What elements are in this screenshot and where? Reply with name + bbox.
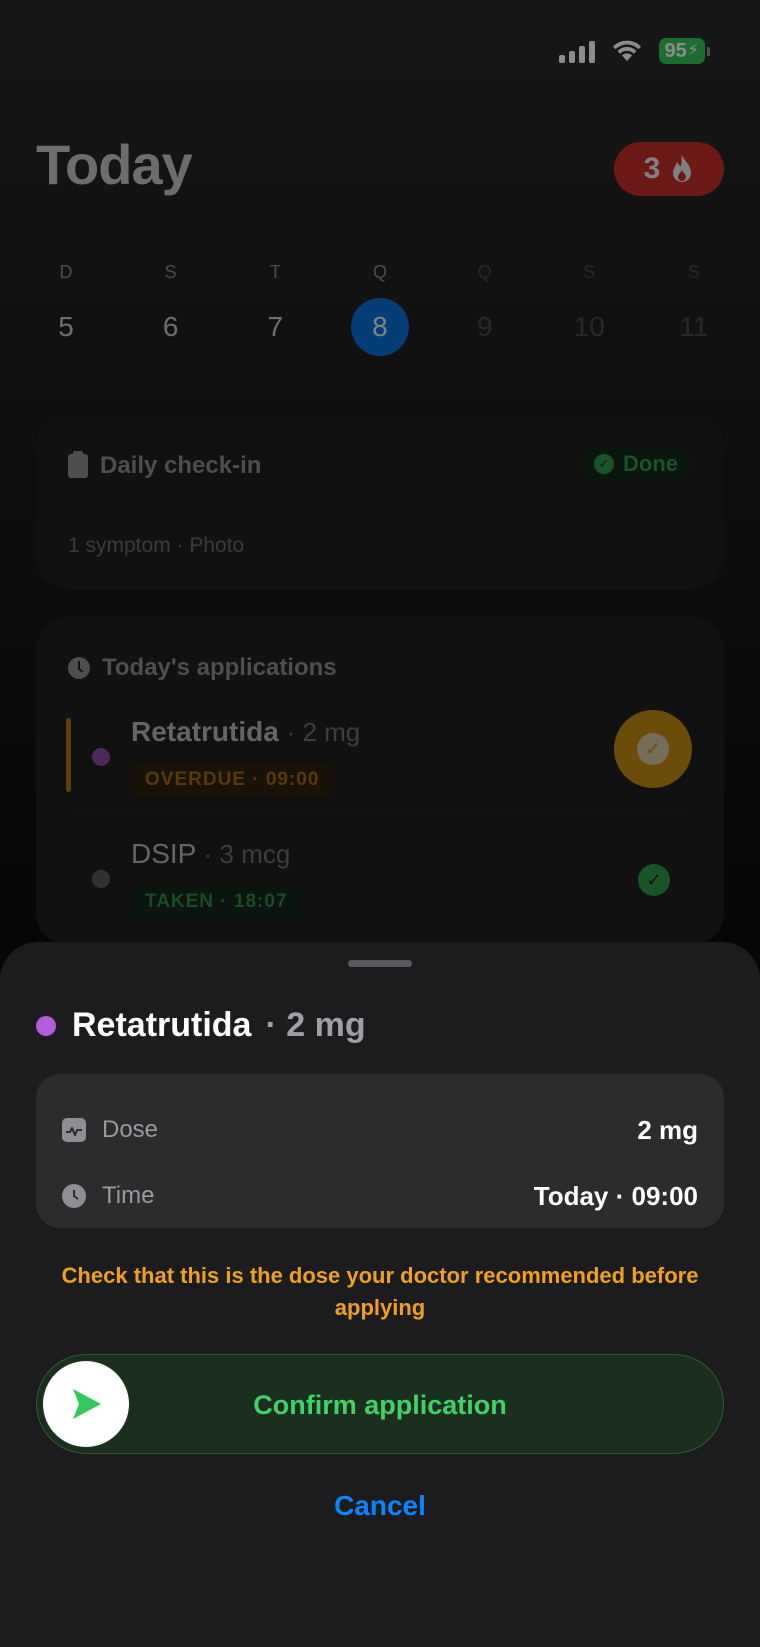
- daily-checkin-card[interactable]: Daily check-in ✓ Done 1 symptom · Photo: [36, 414, 724, 590]
- checkin-status: Done: [623, 451, 678, 476]
- checkmark-icon: ✓: [594, 454, 614, 474]
- medication-color-dot: [36, 1015, 56, 1036]
- medication-color-dot: [92, 870, 110, 888]
- cellular-signal-icon: [558, 39, 595, 63]
- send-arrow-icon: [73, 1389, 101, 1419]
- day-letter: D: [59, 262, 73, 282]
- checkmark-icon: ✓: [637, 733, 669, 765]
- day-letter: Q: [372, 262, 387, 282]
- day-number: 9: [476, 311, 493, 342]
- day-7[interactable]: T7: [223, 262, 327, 356]
- application-item-dsip[interactable]: DSIP · 3 mcg TAKEN · 18:07 ✓: [36, 832, 724, 942]
- taken-badge: TAKEN · 18:07: [131, 884, 302, 920]
- applications-title: Today's applications: [102, 654, 337, 681]
- checkin-title: Daily check-in: [100, 452, 262, 479]
- medication-name: DSIP · 3 mcg: [131, 838, 290, 870]
- flame-icon: [673, 155, 692, 182]
- streak-badge[interactable]: 3: [614, 142, 724, 196]
- medication-color-dot: [92, 748, 110, 766]
- dose-value: 2 mg: [637, 1114, 698, 1145]
- day-11[interactable]: S 11: [642, 262, 746, 356]
- checkin-header: Daily check-in: [68, 451, 262, 480]
- day-6[interactable]: S6: [119, 262, 223, 356]
- checkin-summary: 1 symptom · Photo: [68, 534, 245, 557]
- confirm-application-slider[interactable]: Confirm application: [36, 1354, 724, 1454]
- sheet-medication-name: Retatrutida: [72, 1006, 252, 1044]
- cancel-button[interactable]: Cancel: [0, 1490, 760, 1522]
- todays-applications-card: Today's applications Retatrutida · 2 mg …: [36, 616, 724, 946]
- day-8-selected[interactable]: Q8: [328, 262, 432, 356]
- clock-icon: [68, 657, 90, 679]
- slider-knob[interactable]: [43, 1361, 129, 1447]
- dose-chart-icon: [62, 1118, 86, 1142]
- battery-level: 95: [664, 40, 687, 62]
- day-9[interactable]: Q9: [433, 262, 537, 356]
- page-title: Today: [36, 133, 193, 196]
- week-strip: D5 S6 T7 Q8 Q9 S 10 S 11: [14, 262, 746, 356]
- charging-bolt-icon: ⚡: [687, 42, 699, 59]
- day-letter: T: [269, 262, 281, 282]
- medication-dose: · 2 mg: [286, 717, 361, 747]
- day-letter: Q: [477, 262, 492, 282]
- overdue-accent-bar: [66, 718, 71, 792]
- medication-dose: · 3 mcg: [203, 839, 291, 869]
- application-item-retatrutida[interactable]: Retatrutida · 2 mg OVERDUE · 09:00 ✓: [36, 710, 724, 820]
- day-number: 8: [350, 298, 409, 356]
- day-5[interactable]: D5: [14, 262, 118, 356]
- day-number: 5: [58, 311, 74, 342]
- streak-count: 3: [643, 152, 661, 185]
- overdue-badge: OVERDUE · 09:00: [131, 762, 334, 798]
- time-value: Today · 09:00: [533, 1180, 698, 1211]
- medication-title: Retatrutida: [131, 716, 279, 747]
- day-letter: S: [687, 262, 700, 282]
- sheet-medication-dose: · 2 mg: [265, 1006, 366, 1044]
- dose-label: Dose: [102, 1116, 159, 1143]
- sheet-grabber[interactable]: [348, 960, 412, 967]
- day-letter: S: [583, 262, 596, 282]
- dose-details-panel: Dose 2 mg Time Today · 09:00: [36, 1074, 724, 1228]
- battery-indicator: 95 ⚡: [658, 38, 710, 64]
- day-number: 10: [573, 311, 605, 342]
- sheet-title: Retatrutida · 2 mg: [36, 1006, 366, 1045]
- checkin-status-badge: ✓ Done: [580, 446, 692, 482]
- medication-name: Retatrutida · 2 mg: [131, 716, 360, 748]
- day-number: 6: [162, 311, 179, 342]
- day-number: 11: [679, 311, 709, 342]
- mark-taken-button[interactable]: ✓: [614, 710, 692, 788]
- taken-checkmark-icon: ✓: [638, 864, 670, 896]
- confirm-application-sheet: Retatrutida · 2 mg Dose 2 mg Time Today …: [0, 942, 760, 1647]
- wifi-icon: [612, 40, 641, 61]
- day-10[interactable]: S 10: [537, 262, 641, 356]
- clock-icon: [62, 1184, 86, 1208]
- day-number: 7: [267, 311, 284, 342]
- list-divider: [76, 813, 690, 814]
- time-label: Time: [102, 1182, 155, 1209]
- dose-row: Dose 2 mg: [62, 1110, 698, 1150]
- applications-header: Today's applications: [68, 654, 337, 682]
- clipboard-icon: [68, 451, 88, 478]
- medication-title: DSIP: [131, 838, 196, 869]
- status-bar: 95 ⚡: [558, 36, 710, 66]
- time-row: Time Today · 09:00: [62, 1176, 698, 1216]
- confirm-label: Confirm application: [253, 1390, 507, 1420]
- day-letter: S: [164, 262, 177, 282]
- dose-warning-text: Check that this is the dose your doctor …: [61, 1263, 699, 1320]
